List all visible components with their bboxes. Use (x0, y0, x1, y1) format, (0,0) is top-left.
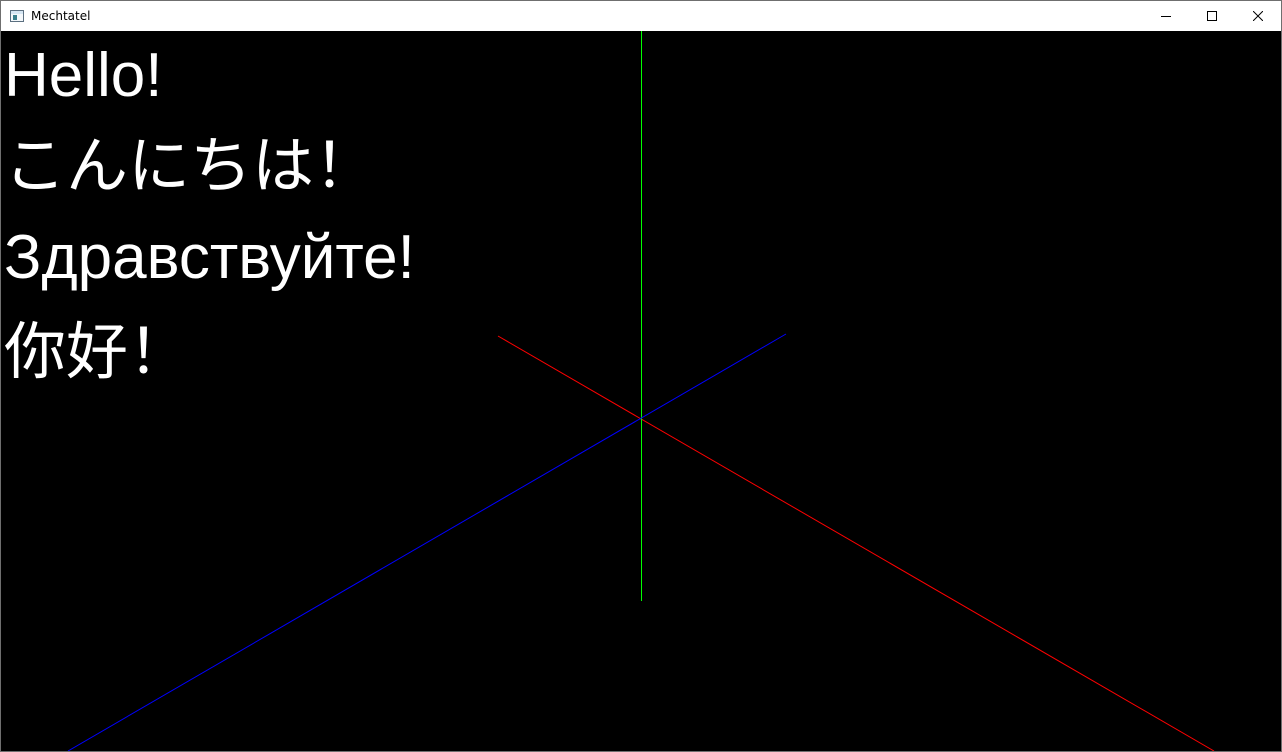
minimize-button[interactable] (1143, 1, 1189, 31)
greeting-english: Hello! (4, 41, 163, 110)
close-icon (1253, 11, 1263, 21)
greeting-japanese: こんにちは！ (4, 129, 377, 202)
caption-buttons (1143, 1, 1281, 31)
close-button[interactable] (1235, 1, 1281, 31)
greeting-chinese: 你好！ (4, 315, 191, 388)
title-bar[interactable]: Mechtatel (1, 1, 1281, 31)
maximize-button[interactable] (1189, 1, 1235, 31)
render-viewport[interactable]: Hello! こんにちは！ Здравствуйте! 你好！ (1, 31, 1281, 751)
app-window-icon (10, 10, 24, 22)
window-title: Mechtatel (31, 9, 91, 23)
minimize-icon (1161, 16, 1171, 17)
maximize-icon (1207, 11, 1217, 21)
app-window: Mechtatel Hello! こんにちは！ Здравствуйте! 你好… (0, 0, 1282, 752)
z-axis-line (67, 333, 787, 751)
x-axis-line (497, 335, 1215, 751)
greeting-russian: Здравствуйте! (4, 223, 415, 292)
